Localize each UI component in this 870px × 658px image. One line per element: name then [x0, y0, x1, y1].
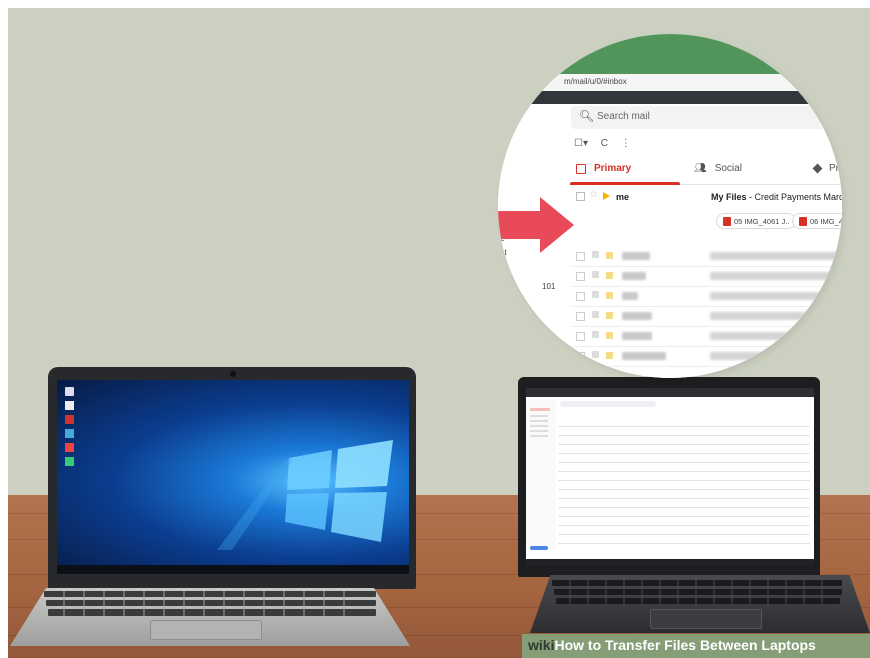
mini-gmail-sidebar [526, 400, 556, 550]
red-arrow-icon [498, 197, 574, 253]
tab-primary-label: Primary [594, 163, 632, 174]
blurred-email-list [570, 246, 842, 376]
right-touchpad [650, 609, 762, 629]
attachment-name: 06 IMG_4123 [810, 216, 842, 226]
list-item[interactable] [570, 246, 842, 267]
tab-social-label: Social [714, 163, 742, 174]
more-options-icon[interactable]: ⋮ [621, 138, 631, 149]
mail-toolbar: ☐▾ C ⋮ [574, 138, 641, 149]
inbox-icon [576, 163, 586, 174]
watermark-brand: wiki [528, 637, 555, 653]
watermark-banner: wikiHow to Transfer Files Between Laptop… [522, 634, 870, 658]
tab-promotions-label: Prom [829, 163, 842, 174]
attachment-chip[interactable]: 06 IMG_4123 [792, 213, 842, 229]
browser-tab-bar [526, 388, 814, 397]
mini-taskbar [526, 559, 814, 566]
windows-logo-icon [217, 440, 393, 550]
refresh-icon[interactable]: C [601, 138, 608, 149]
address-bar[interactable]: m/mail/u/0/#inbox [498, 74, 842, 91]
tab-primary[interactable]: Primary [576, 163, 631, 174]
list-item[interactable] [570, 346, 842, 367]
email-sender: me [616, 192, 630, 202]
watermark-text: wikiHow to Transfer Files Between Laptop… [528, 637, 816, 653]
star-icon[interactable]: ☆ [589, 189, 598, 200]
select-checkbox-icon[interactable]: ☐▾ [574, 138, 588, 149]
search-bar[interactable]: 🔍︎ Search mail [571, 106, 842, 129]
watermark-title: How to Transfer Files Between Laptops [554, 637, 816, 653]
left-touchpad [150, 620, 262, 640]
mini-search-bar [560, 401, 656, 407]
list-item[interactable] [570, 306, 842, 327]
tab-social[interactable]: 👥︎ Social [694, 163, 742, 174]
attachment-name: 05 IMG_4061 J.. [734, 216, 790, 226]
left-laptop-screen [57, 380, 409, 574]
right-keyboard [552, 580, 842, 605]
attachment-chip[interactable]: 05 IMG_4061 J.. [716, 213, 797, 229]
important-marker-icon[interactable] [603, 192, 610, 200]
mail-tabs: Primary 👥︎ Social Prom [570, 160, 842, 185]
list-item[interactable] [570, 326, 842, 347]
magnifier-circle: m/mail/u/0/#inbox 2 nt 101 🔍︎ Search mai… [498, 34, 842, 378]
scene: m/mail/u/0/#inbox 2 nt 101 🔍︎ Search mai… [0, 0, 870, 658]
email-row[interactable]: ☆ me My Files - Credit Payments March to… [570, 184, 842, 242]
pdf-icon [723, 216, 731, 226]
search-input[interactable]: Search mail [597, 111, 650, 122]
lid-green-background [498, 34, 842, 74]
mini-email-rows [558, 418, 810, 558]
right-laptop-screen [526, 388, 814, 566]
tag-icon [812, 163, 823, 174]
webcam-icon [230, 371, 236, 377]
taskbar [57, 565, 409, 574]
tab-promotions[interactable]: Prom [812, 163, 842, 174]
list-item[interactable] [570, 286, 842, 307]
email-subject: My Files - Credit Payments March to Octo… [711, 192, 842, 202]
list-item[interactable] [570, 266, 842, 287]
sidebar-count: 101 [542, 282, 556, 291]
search-icon: 🔍︎ [579, 109, 595, 123]
email-subject-bold: My Files [711, 192, 747, 202]
desktop-icons [65, 384, 79, 471]
url-text: m/mail/u/0/#inbox [564, 77, 627, 86]
gmail-app: 2 nt 101 🔍︎ Search mail ☐▾ C ⋮ Primary [498, 104, 842, 378]
left-keyboard [44, 591, 376, 616]
pdf-icon [799, 216, 807, 226]
browser-dark-strip [498, 91, 842, 104]
people-icon: 👥︎ [694, 163, 707, 174]
email-subject-rest: - Credit Payments March to October [749, 192, 842, 202]
